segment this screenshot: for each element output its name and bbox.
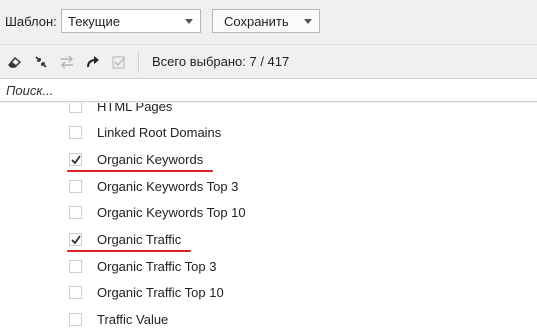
redo-icon[interactable] [85,54,101,70]
list-item[interactable]: Traffic Value [0,308,537,333]
list-item-label: Linked Root Domains [97,125,222,140]
collapse-icon[interactable] [33,54,49,70]
list-item[interactable]: Organic Traffic Top 3 [0,255,537,281]
toolbar-divider [138,51,139,73]
template-bar: Шаблон: Текущие Сохранить [0,0,537,44]
checkmark-icon [71,155,81,165]
list-item-label: Organic Traffic [97,232,182,247]
list-item[interactable]: Linked Root Domains [0,121,537,147]
save-button[interactable]: Сохранить [212,9,320,33]
checkbox-checked[interactable] [69,153,82,166]
checkbox[interactable] [69,260,82,273]
search-box[interactable] [0,78,537,102]
list-item[interactable]: HTML Pages [0,103,537,121]
list-item-label: Organic Keywords Top 3 [97,179,239,194]
template-label: Шаблон: [5,14,57,29]
checkbox[interactable] [69,206,82,219]
selection-count: Всего выбрано: 7 / 417 [152,54,290,69]
list-item-label: Organic Keywords Top 10 [97,205,246,220]
chevron-down-icon [185,19,193,24]
list-item-label: Traffic Value [97,312,169,327]
list-item-label: Organic Traffic Top 3 [97,259,217,274]
list-item[interactable]: Organic Traffic Top 10 [0,281,537,307]
search-input[interactable] [6,82,526,98]
column-list: HTML Pages Linked Root Domains Organic K… [0,103,537,333]
checkbox[interactable] [69,286,82,299]
checkbox[interactable] [69,313,82,326]
eraser-icon[interactable] [6,54,22,70]
highlight-underline [67,250,191,252]
list-item-label: Organic Traffic Top 10 [97,285,224,300]
template-select[interactable]: Текущие [61,9,201,33]
template-selected-value: Текущие [68,14,120,29]
list-item[interactable]: Organic Keywords Top 10 [0,201,537,227]
chevron-down-icon[interactable] [304,19,312,24]
checkbox-checked[interactable] [69,233,82,246]
checkbox[interactable] [69,126,82,139]
list-item[interactable]: Organic Keywords Top 3 [0,175,537,201]
check-square-icon [112,56,126,69]
toolbar: Всего выбрано: 7 / 417 [0,44,537,78]
checkbox[interactable] [69,180,82,193]
checkbox[interactable] [69,103,82,113]
checkmark-icon [71,235,81,245]
list-item-label: Organic Keywords [97,152,204,167]
highlight-underline [67,170,213,172]
list-item-label: HTML Pages [97,103,173,114]
swap-icon [60,55,74,69]
save-button-label: Сохранить [224,14,289,29]
